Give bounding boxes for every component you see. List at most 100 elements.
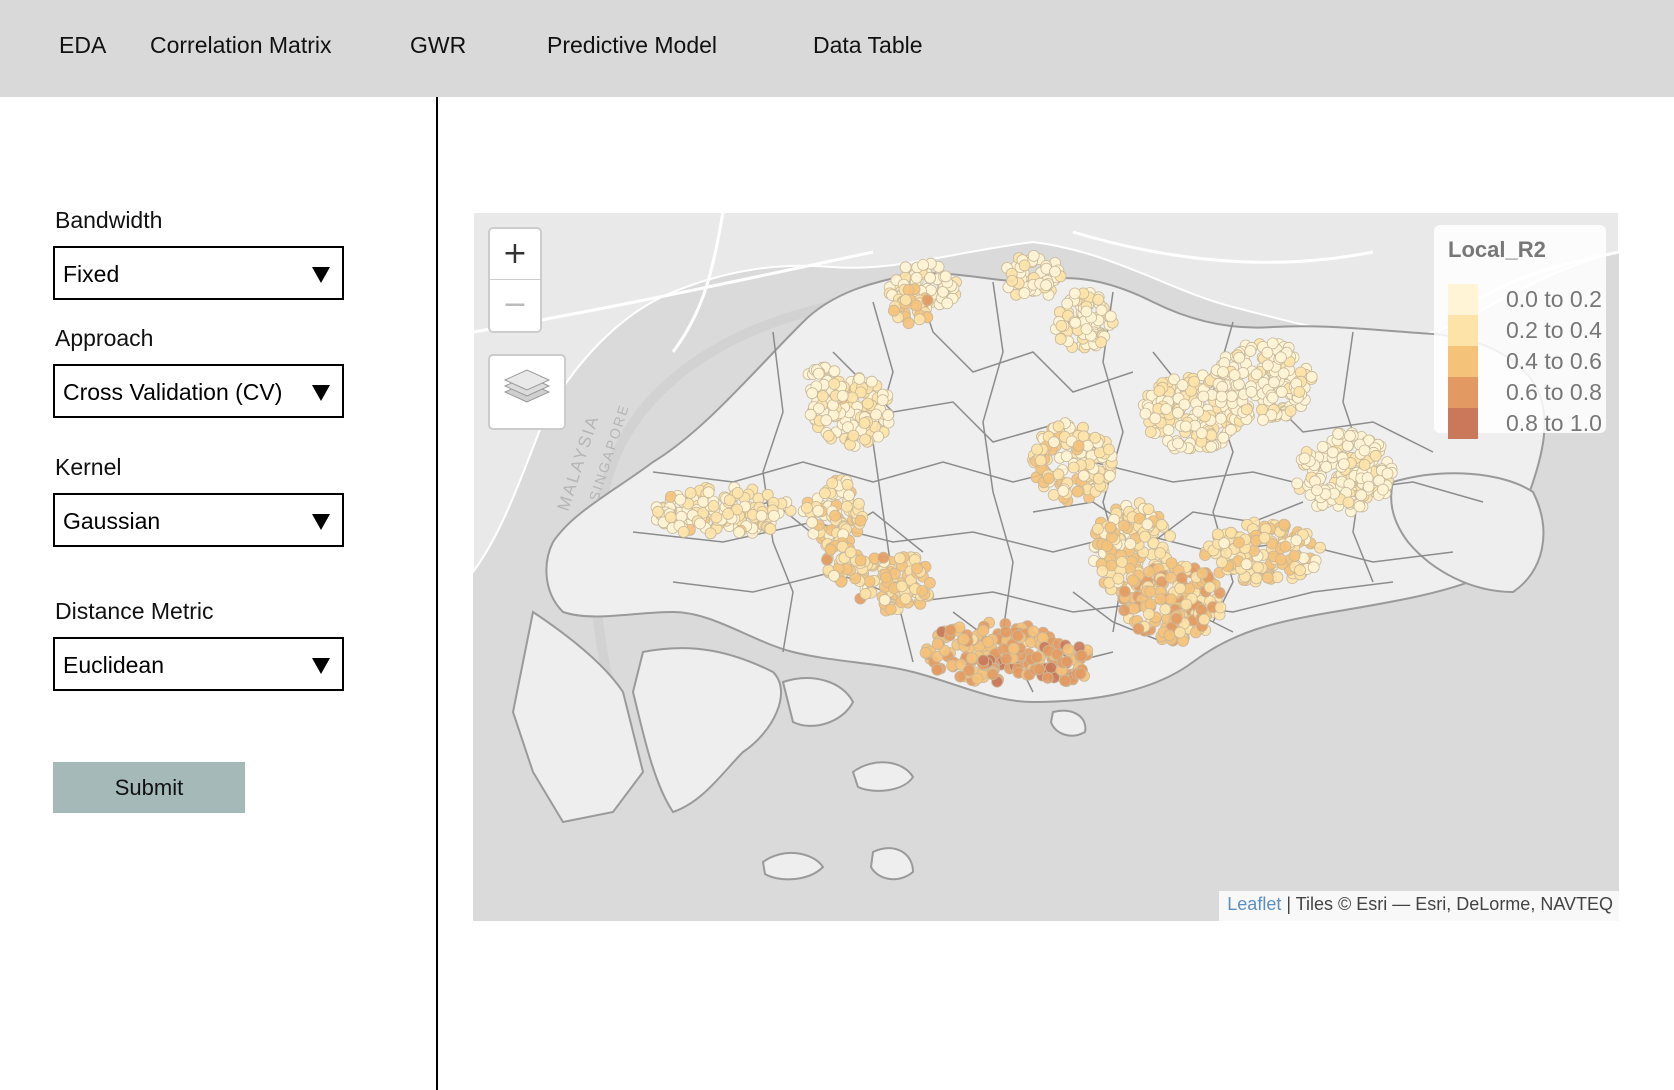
local-r2-point xyxy=(1250,572,1263,585)
local-r2-point xyxy=(733,526,746,539)
kernel-label: Kernel xyxy=(55,454,122,480)
local-r2-point xyxy=(1159,603,1172,616)
local-r2-point xyxy=(882,409,894,422)
top-navbar: EDA Correlation Matrix GWR Predictive Mo… xyxy=(0,0,1674,97)
local-r2-point xyxy=(812,504,825,517)
local-r2-point xyxy=(821,553,833,566)
tab-gwr[interactable]: GWR xyxy=(410,32,466,59)
local-r2-point xyxy=(977,624,990,637)
legend-label: 0.8 to 1.0 xyxy=(1506,410,1602,436)
local-r2-point xyxy=(1139,407,1152,420)
local-r2-point xyxy=(1305,370,1318,383)
local-r2-point xyxy=(1041,671,1054,684)
tab-data-table[interactable]: Data Table xyxy=(813,32,923,59)
local-r2-point xyxy=(1057,485,1070,497)
kernel-select[interactable]: Gaussian xyxy=(53,493,344,547)
local-r2-point xyxy=(1127,574,1139,587)
local-r2-point xyxy=(1165,557,1178,570)
legend-swatch xyxy=(1448,346,1478,377)
leaflet-link[interactable]: Leaflet xyxy=(1227,894,1281,914)
zoom-in-button[interactable]: + xyxy=(490,229,540,280)
distance-metric-select[interactable]: Euclidean xyxy=(53,637,344,691)
local-r2-point xyxy=(804,408,817,421)
gwr-map[interactable]: MALAYSIA SINGAPORE + − Local_R2 0.0 to 0… xyxy=(473,212,1619,921)
distance-metric-value: Euclidean xyxy=(63,652,165,678)
local-r2-point xyxy=(684,487,697,499)
local-r2-point xyxy=(664,511,677,524)
local-r2-point xyxy=(1030,651,1043,664)
local-r2-point xyxy=(731,486,744,499)
tab-eda[interactable]: EDA xyxy=(59,32,106,59)
local-r2-point xyxy=(895,580,908,593)
local-r2-point xyxy=(806,387,819,400)
local-r2-point xyxy=(1268,376,1280,389)
local-r2-point xyxy=(1149,412,1162,425)
local-r2-point xyxy=(1344,429,1356,442)
local-r2-point xyxy=(971,672,984,685)
local-r2-point xyxy=(1278,518,1290,531)
local-r2-point xyxy=(865,375,878,388)
distance-metric-label: Distance Metric xyxy=(55,598,214,624)
zoom-out-button[interactable]: − xyxy=(490,280,540,331)
local-r2-point xyxy=(1261,571,1274,584)
local-r2-point xyxy=(1164,530,1176,543)
local-r2-point xyxy=(1072,440,1085,452)
local-r2-point xyxy=(816,390,829,403)
local-r2-point xyxy=(826,477,839,490)
map-attribution: Leaflet | Tiles © Esri — Esri, DeLorme, … xyxy=(1219,891,1619,921)
local-r2-point xyxy=(931,663,944,676)
local-r2-point xyxy=(899,294,912,306)
local-r2-point xyxy=(1178,398,1191,411)
local-r2-point xyxy=(854,554,867,567)
submit-button[interactable]: Submit xyxy=(53,762,245,813)
local-r2-point xyxy=(702,486,715,499)
approach-label: Approach xyxy=(55,325,154,351)
local-r2-point xyxy=(1144,426,1157,438)
local-r2-point xyxy=(1274,553,1287,566)
local-r2-point xyxy=(1080,305,1093,318)
bandwidth-select[interactable]: Fixed xyxy=(53,246,344,300)
legend-swatch xyxy=(1448,315,1478,346)
sidebar-divider xyxy=(436,97,438,1090)
legend-swatch xyxy=(1448,408,1478,439)
local-r2-point xyxy=(1362,480,1375,493)
local-r2-point xyxy=(1225,390,1238,403)
local-r2-point xyxy=(1006,275,1018,287)
local-r2-point xyxy=(820,414,833,427)
local-r2-point xyxy=(828,365,841,378)
layers-control-button[interactable] xyxy=(488,354,566,430)
local-r2-point xyxy=(707,500,720,512)
local-r2-point xyxy=(982,635,994,648)
local-r2-point xyxy=(1353,500,1366,513)
legend-label: 0.6 to 0.8 xyxy=(1506,379,1602,405)
local-r2-point xyxy=(1377,483,1389,496)
local-r2-point xyxy=(1214,601,1227,614)
local-r2-point xyxy=(1233,536,1245,549)
approach-select[interactable]: Cross Validation (CV) xyxy=(53,364,344,418)
local-r2-point xyxy=(1031,443,1043,456)
approach-value: Cross Validation (CV) xyxy=(63,379,283,405)
local-r2-point xyxy=(863,575,876,588)
local-r2-point xyxy=(1055,320,1068,332)
local-r2-point xyxy=(1033,663,1045,676)
local-r2-point xyxy=(1118,585,1131,598)
local-r2-point xyxy=(1104,521,1117,534)
tab-correlation-matrix[interactable]: Correlation Matrix xyxy=(150,32,332,59)
local-r2-point xyxy=(870,408,883,421)
local-r2-point xyxy=(1007,642,1020,655)
local-r2-point xyxy=(941,297,954,310)
local-r2-point xyxy=(812,367,825,380)
local-r2-point xyxy=(1027,250,1040,262)
local-r2-point xyxy=(859,433,872,446)
local-r2-point xyxy=(1294,564,1306,577)
local-r2-point xyxy=(824,543,837,556)
map-legend: Local_R2 0.0 to 0.2 0.2 to 0.4 0.4 to 0.… xyxy=(1434,225,1606,439)
local-r2-point xyxy=(859,587,872,600)
local-r2-point xyxy=(1175,572,1188,584)
legend-swatch xyxy=(1448,284,1478,315)
local-r2-point xyxy=(836,389,849,402)
local-r2-point xyxy=(1092,522,1104,535)
local-r2-point xyxy=(1275,385,1288,398)
local-r2-point xyxy=(1170,612,1183,625)
tab-predictive-model[interactable]: Predictive Model xyxy=(547,32,717,59)
